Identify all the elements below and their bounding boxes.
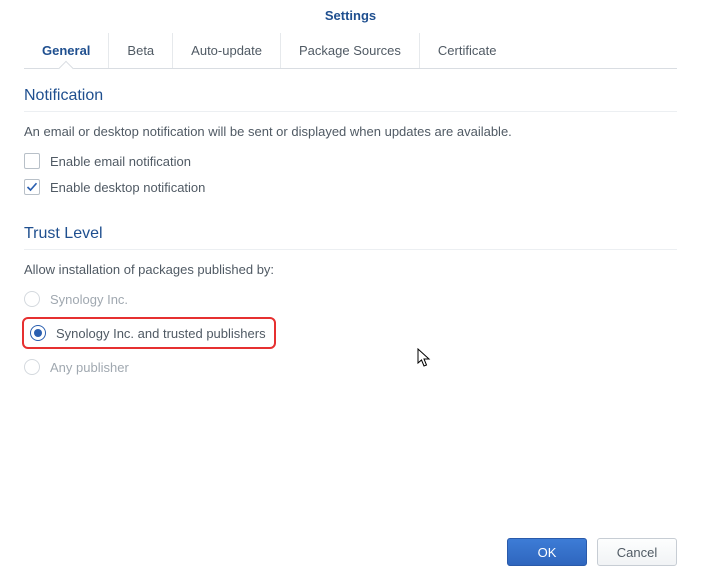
radio-any-label: Any publisher (50, 360, 129, 375)
footer: OK Cancel (507, 538, 677, 566)
radio-any[interactable] (24, 359, 40, 375)
section-notification: Notification An email or desktop notific… (24, 87, 677, 195)
tabs: General Beta Auto-update Package Sources… (24, 33, 677, 69)
checkmark-icon (26, 181, 38, 193)
dialog-title: Settings (0, 0, 701, 33)
radio-trusted-label: Synology Inc. and trusted publishers (56, 326, 266, 341)
tab-general[interactable]: General (24, 33, 109, 68)
highlight-trusted: Synology Inc. and trusted publishers (22, 317, 276, 349)
row-email-notification[interactable]: Enable email notification (24, 153, 677, 169)
radio-trusted[interactable] (30, 325, 46, 341)
trust-title: Trust Level (24, 225, 677, 250)
checkbox-desktop-label: Enable desktop notification (50, 180, 205, 195)
tab-certificate[interactable]: Certificate (420, 33, 515, 68)
ok-button[interactable]: OK (507, 538, 587, 566)
trust-desc: Allow installation of packages published… (24, 262, 677, 277)
row-trust-any[interactable]: Any publisher (24, 359, 677, 375)
radio-synology[interactable] (24, 291, 40, 307)
checkbox-email[interactable] (24, 153, 40, 169)
cancel-button[interactable]: Cancel (597, 538, 677, 566)
radio-synology-label: Synology Inc. (50, 292, 128, 307)
tab-beta[interactable]: Beta (109, 33, 173, 68)
notification-title: Notification (24, 87, 677, 112)
tab-auto-update[interactable]: Auto-update (173, 33, 281, 68)
checkbox-desktop[interactable] (24, 179, 40, 195)
notification-desc: An email or desktop notification will be… (24, 124, 677, 139)
checkbox-email-label: Enable email notification (50, 154, 191, 169)
content: Notification An email or desktop notific… (0, 69, 701, 375)
row-trust-synology[interactable]: Synology Inc. (24, 291, 677, 307)
tab-package-sources[interactable]: Package Sources (281, 33, 420, 68)
row-desktop-notification[interactable]: Enable desktop notification (24, 179, 677, 195)
section-trust-level: Trust Level Allow installation of packag… (24, 225, 677, 375)
